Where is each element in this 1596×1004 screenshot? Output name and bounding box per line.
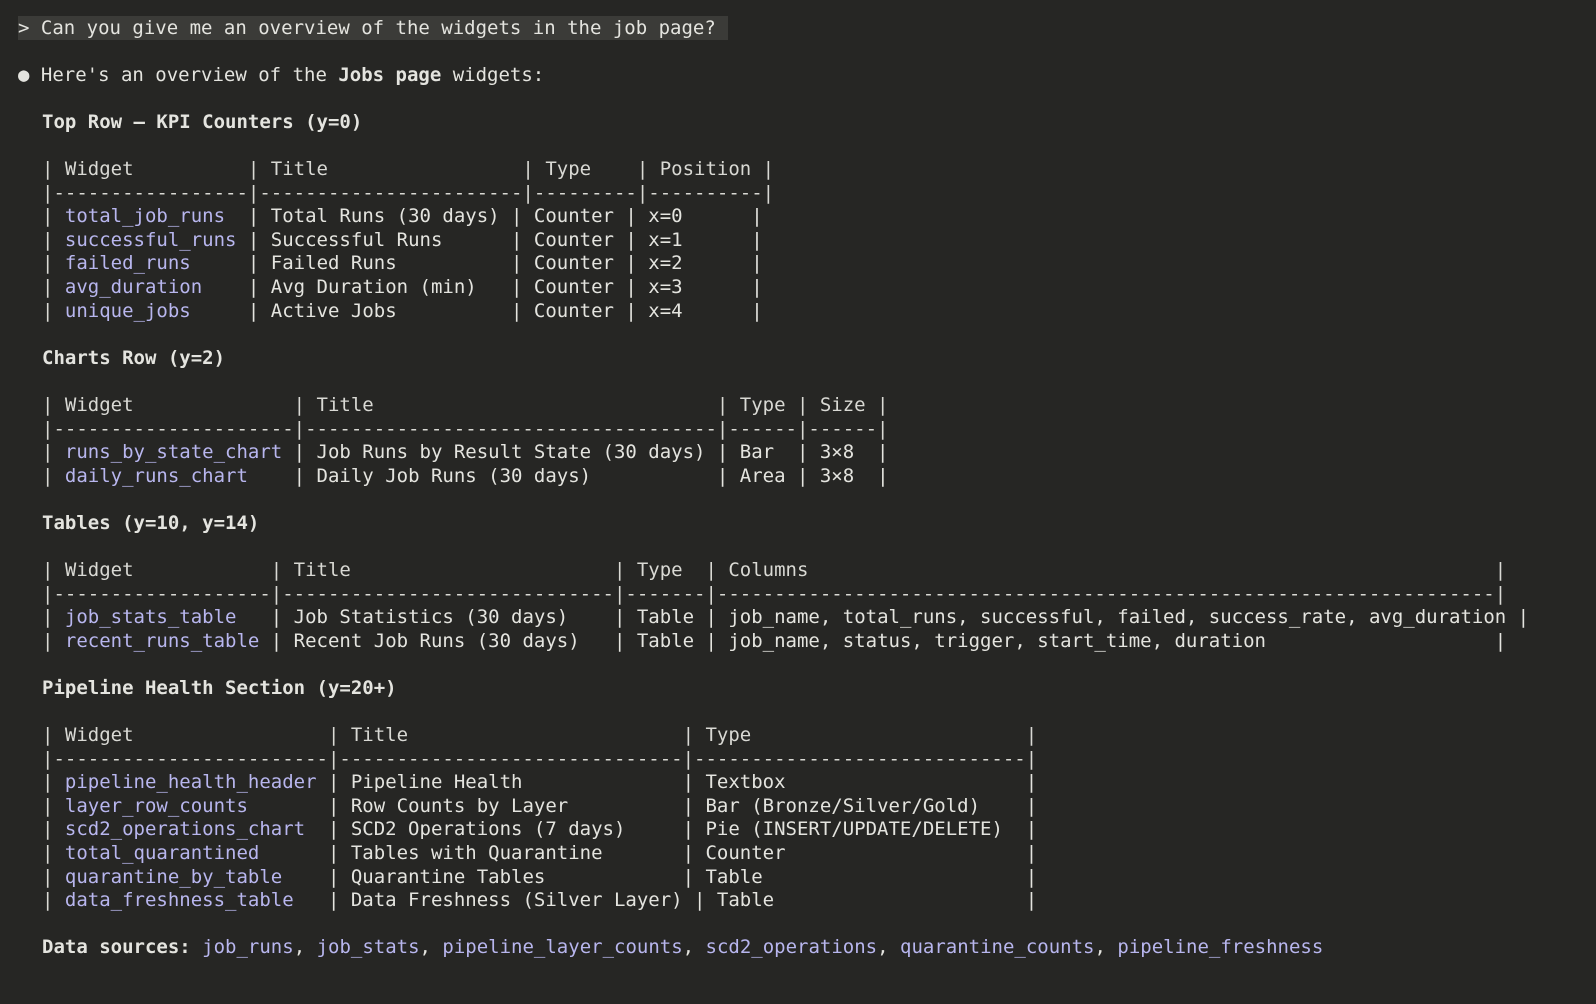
widget-name: runs_by_state_chart bbox=[64, 441, 283, 464]
section-heading: Top Row – KPI Counters (y=0) bbox=[42, 111, 363, 133]
row-pipe: | bbox=[42, 441, 65, 464]
row-cells: | SCD2 Operations (7 days) | Pie (INSERT… bbox=[305, 818, 1038, 841]
data-source-item: job_stats bbox=[316, 936, 420, 958]
table-row: | avg_duration | Avg Duration (min) | Co… bbox=[42, 275, 763, 299]
table-row: | layer_row_counts | Row Counts by Layer… bbox=[42, 794, 1037, 818]
row-pipe: | bbox=[42, 464, 65, 487]
table-header: | Widget | Title | Type | Size | bbox=[42, 394, 889, 416]
row-cells: | Avg Duration (min) | Counter | x=3 | bbox=[202, 276, 763, 298]
bullet-icon: ● bbox=[18, 64, 30, 86]
prompt-marker: > bbox=[18, 17, 30, 39]
table-row: | scd2_operations_chart | SCD2 Operation… bbox=[42, 817, 1037, 841]
table-separator: |---------------------|-----------------… bbox=[42, 417, 889, 440]
widget-name: quarantine_by_table bbox=[64, 865, 283, 888]
widget-name: total_job_runs bbox=[64, 205, 226, 228]
table-row: | total_quarantined | Tables with Quaran… bbox=[42, 841, 1037, 865]
row-cells: | Quarantine Tables | Table | bbox=[282, 865, 1038, 888]
row-cells: | Daily Job Runs (30 days) | Area | 3×8 … bbox=[247, 464, 889, 487]
separator-comma: , bbox=[682, 936, 706, 958]
row-pipe: | bbox=[42, 252, 65, 275]
separator-comma: , bbox=[877, 936, 901, 958]
table-row: | data_freshness_table | Data Freshness … bbox=[42, 888, 1037, 912]
row-pipe: | bbox=[42, 606, 65, 629]
row-cells: | Row Counts by Layer | Bar (Bronze/Silv… bbox=[247, 794, 1038, 817]
row-pipe: | bbox=[42, 818, 65, 841]
separator-comma: , bbox=[293, 936, 317, 958]
row-cells: | Total Runs (30 days) | Counter | x=0 | bbox=[225, 205, 763, 228]
table-row: | job_stats_table | Job Statistics (30 d… bbox=[42, 605, 1529, 629]
row-cells: | Recent Job Runs (30 days) | Table | jo… bbox=[259, 629, 1507, 652]
widget-name: daily_runs_chart bbox=[64, 464, 248, 487]
row-cells: | Active Jobs | Counter | x=4 | bbox=[190, 299, 763, 322]
row-pipe: | bbox=[42, 842, 65, 864]
table-header: | Widget | Title | Type | Position | bbox=[42, 158, 775, 180]
row-pipe: | bbox=[42, 228, 65, 251]
row-pipe: | bbox=[42, 205, 65, 228]
intro-text-bold: Jobs page bbox=[338, 64, 442, 86]
widget-name: successful_runs bbox=[64, 228, 237, 251]
row-cells: | Job Statistics (30 days) | Table | job… bbox=[236, 606, 1530, 629]
row-cells: | Data Freshness (Silver Layer) | Table … bbox=[293, 889, 1038, 912]
row-pipe: | bbox=[42, 794, 65, 817]
row-pipe: | bbox=[42, 276, 65, 298]
intro-text-before: Here's an overview of the bbox=[40, 64, 339, 86]
data-sources-list: job_runs, job_stats, pipeline_layer_coun… bbox=[202, 936, 1323, 958]
widget-name: unique_jobs bbox=[64, 299, 191, 322]
prompt-text: Can you give me an overview of the widge… bbox=[40, 17, 716, 39]
widget-name: scd2_operations_chart bbox=[64, 818, 306, 841]
row-pipe: | bbox=[42, 889, 65, 912]
table-row: | quarantine_by_table | Quarantine Table… bbox=[42, 865, 1037, 889]
separator-comma: , bbox=[419, 936, 443, 958]
table-row: | total_job_runs | Total Runs (30 days) … bbox=[42, 204, 763, 228]
table-row: | recent_runs_table | Recent Job Runs (3… bbox=[42, 629, 1506, 653]
widget-name: recent_runs_table bbox=[64, 629, 260, 652]
table-row: | unique_jobs | Active Jobs | Counter | … bbox=[42, 299, 763, 323]
response-intro: ● Here's an overview of the Jobs page wi… bbox=[18, 63, 544, 87]
section-heading: Pipeline Health Section (y=20+) bbox=[42, 677, 397, 699]
row-pipe: | bbox=[42, 629, 65, 652]
table-row: | pipeline_health_header | Pipeline Heal… bbox=[42, 770, 1037, 794]
row-cells: | Failed Runs | Counter | x=2 | bbox=[190, 252, 763, 275]
widget-name: job_stats_table bbox=[64, 606, 237, 629]
separator-comma: , bbox=[1094, 936, 1118, 958]
row-cells: | Job Runs by Result State (30 days) | B… bbox=[282, 441, 889, 464]
data-source-item: pipeline_freshness bbox=[1117, 936, 1324, 958]
row-cells: | Pipeline Health | Textbox | bbox=[316, 771, 1038, 794]
row-pipe: | bbox=[42, 865, 65, 888]
row-cells: | Successful Runs | Counter | x=1 | bbox=[236, 228, 763, 251]
table-row: | runs_by_state_chart | Job Runs by Resu… bbox=[42, 440, 889, 464]
widget-name: failed_runs bbox=[64, 252, 191, 275]
section-heading: Charts Row (y=2) bbox=[42, 347, 226, 369]
data-source-item: quarantine_counts bbox=[900, 936, 1095, 958]
data-sources-line: Data sources: job_runs, job_stats, pipel… bbox=[42, 935, 1323, 959]
widget-name: total_quarantined bbox=[64, 842, 260, 864]
data-source-item: scd2_operations bbox=[705, 936, 878, 958]
user-prompt: > Can you give me an overview of the wid… bbox=[18, 16, 728, 40]
intro-text-after: widgets: bbox=[441, 64, 545, 86]
widget-name: data_freshness_table bbox=[64, 889, 294, 912]
table-header: | Widget | Title | Type | bbox=[42, 724, 1038, 746]
row-pipe: | bbox=[42, 299, 65, 322]
data-source-item: job_runs bbox=[202, 936, 294, 958]
table-separator: |-------------------|-------------------… bbox=[42, 582, 1507, 605]
table-row: | daily_runs_chart | Daily Job Runs (30 … bbox=[42, 464, 889, 488]
widget-name: pipeline_health_header bbox=[64, 771, 317, 794]
section-heading: Tables (y=10, y=14) bbox=[42, 512, 260, 534]
widget-name: avg_duration bbox=[64, 276, 203, 298]
table-header: | Widget | Title | Type | Columns | bbox=[42, 559, 1507, 581]
table-separator: |------------------------|--------------… bbox=[42, 747, 1038, 770]
data-source-item: pipeline_layer_counts bbox=[442, 936, 683, 958]
table-row: | failed_runs | Failed Runs | Counter | … bbox=[42, 251, 763, 275]
data-sources-label: Data sources: bbox=[42, 936, 191, 958]
table-row: | successful_runs | Successful Runs | Co… bbox=[42, 228, 763, 252]
widget-name: layer_row_counts bbox=[64, 794, 248, 817]
row-pipe: | bbox=[42, 771, 65, 794]
table-separator: |-----------------|---------------------… bbox=[42, 181, 775, 204]
row-cells: | Tables with Quarantine | Counter | bbox=[259, 842, 1038, 864]
